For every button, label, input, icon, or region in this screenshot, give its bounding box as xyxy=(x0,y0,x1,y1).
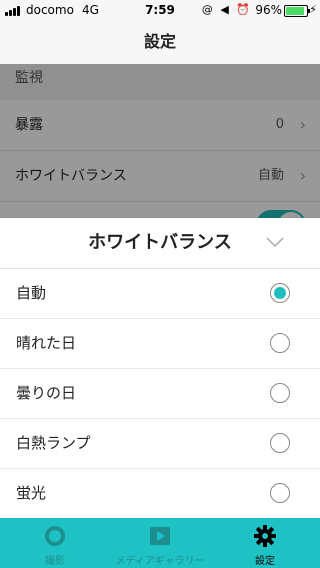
option-label: 自動 xyxy=(16,284,47,302)
option-sunny[interactable]: 晴れた日 xyxy=(0,319,320,369)
radio-unselected[interactable] xyxy=(270,433,290,453)
tab-media-gallery[interactable]: メディアギャラリー xyxy=(110,518,210,568)
tab-label: メディアギャラリー xyxy=(115,556,205,567)
battery-percentage: 96% xyxy=(255,3,282,17)
option-fluorescent[interactable]: 蛍光 xyxy=(0,469,320,518)
tab-label: 撮影 xyxy=(45,556,65,567)
sheet-header: ホワイトバランス xyxy=(0,218,320,269)
chevron-down-icon[interactable] xyxy=(266,218,284,268)
battery-icon xyxy=(284,5,310,17)
nav-bar: 設定 xyxy=(0,20,320,65)
option-incandescent[interactable]: 白熱ランプ xyxy=(0,419,320,469)
option-label: 蛍光 xyxy=(16,484,47,502)
gear-icon xyxy=(254,525,276,547)
radio-selected[interactable] xyxy=(270,283,290,303)
camera-lens-icon xyxy=(45,526,65,546)
option-cloudy[interactable]: 曇りの日 xyxy=(0,369,320,419)
radio-unselected[interactable] xyxy=(270,383,290,403)
option-label: 白熱ランプ xyxy=(16,434,91,452)
charging-icon: ⚡ xyxy=(309,3,317,16)
status-icons: @ ◀ ⏰ xyxy=(201,3,252,16)
radio-unselected[interactable] xyxy=(270,333,290,353)
tab-settings[interactable]: 設定 xyxy=(230,518,300,568)
tab-capture[interactable]: 撮影 xyxy=(20,518,90,568)
white-balance-sheet: ホワイトバランス 自動 晴れた日 曇りの日 白熱ランプ 蛍光 xyxy=(0,218,320,518)
status-bar: docomo 4G 7:59 @ ◀ ⏰ 96% ⚡ xyxy=(0,0,320,20)
page-title: 設定 xyxy=(143,32,176,51)
sheet-title: ホワイトバランス xyxy=(88,232,232,253)
option-auto[interactable]: 自動 xyxy=(0,269,320,319)
option-label: 晴れた日 xyxy=(16,334,77,352)
radio-unselected[interactable] xyxy=(270,483,290,503)
play-icon xyxy=(150,527,170,545)
option-label: 曇りの日 xyxy=(16,384,77,402)
tab-bar: 撮影 メディアギャラリー 設定 xyxy=(0,518,320,568)
tab-label: 設定 xyxy=(255,556,275,567)
